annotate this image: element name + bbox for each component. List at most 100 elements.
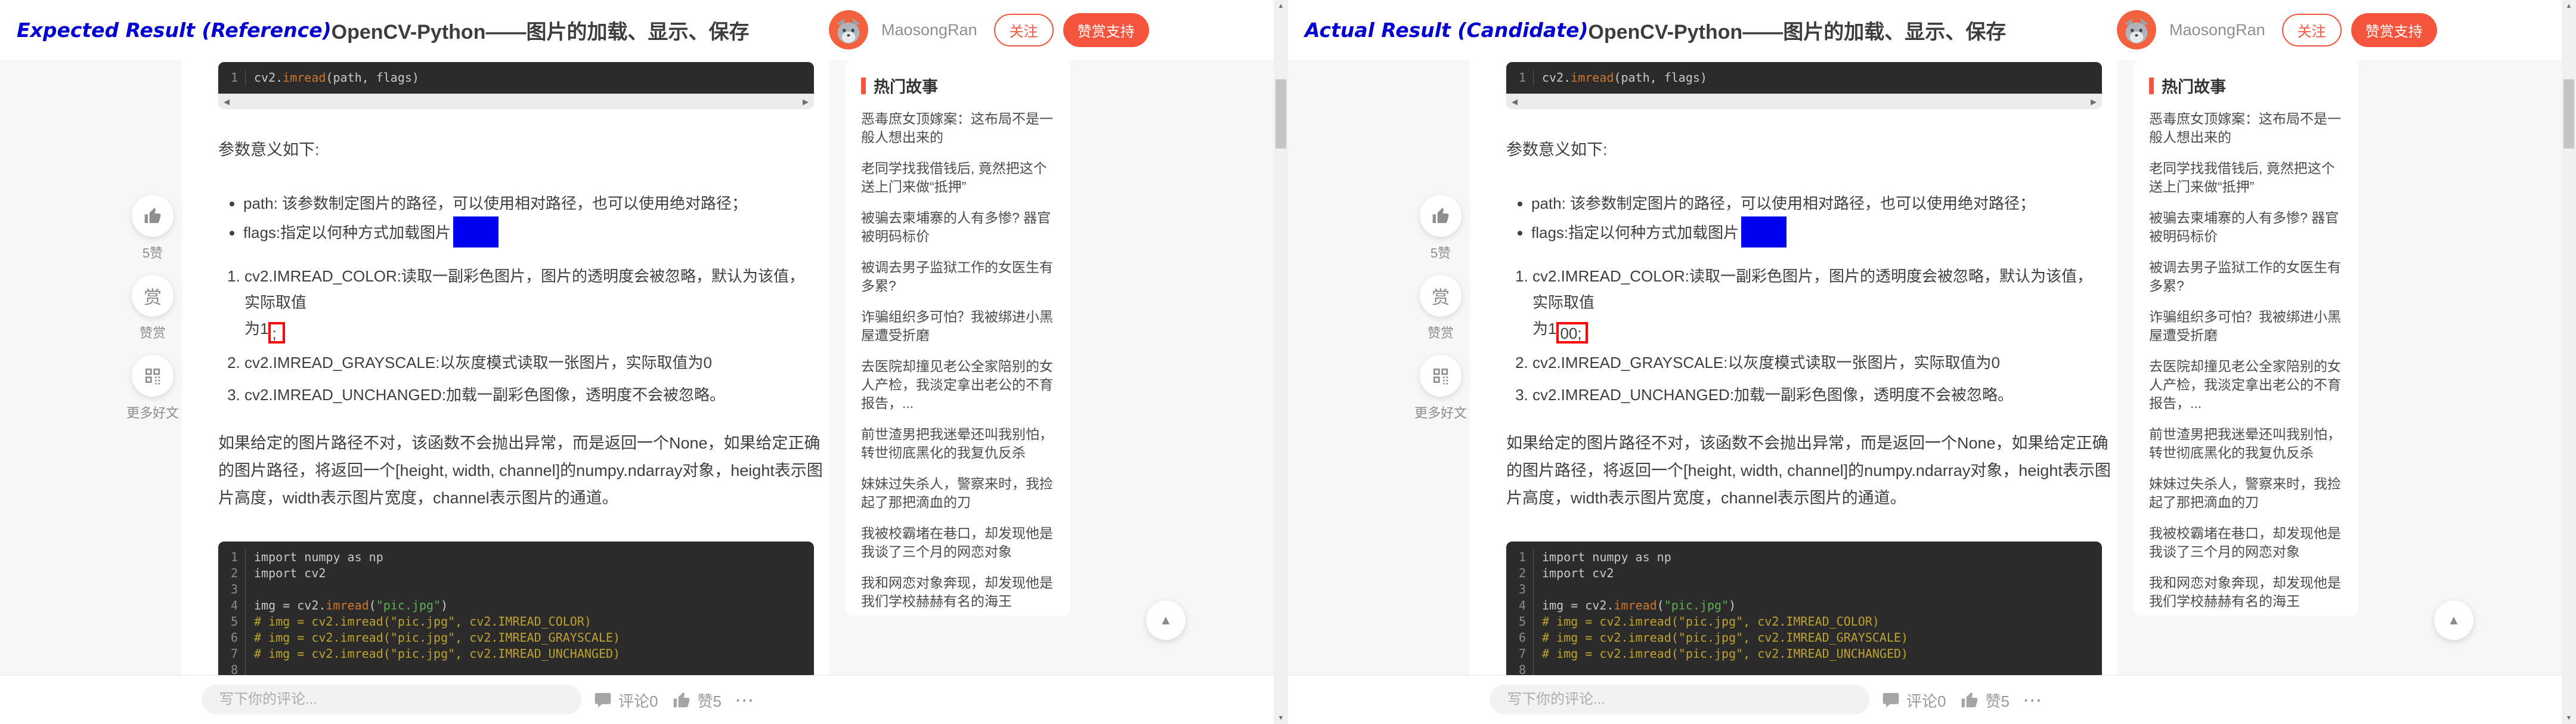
code-area: 1import numpy as np2import cv23 4img = c… <box>1506 542 2102 675</box>
author-block: MaosongRan 关注 赞赏支持 <box>829 0 1149 60</box>
sponsor-button[interactable]: 赞赏支持 <box>1063 13 1149 47</box>
more-articles-button[interactable] <box>132 355 174 397</box>
story-item[interactable]: 被调去男子监狱工作的女医生有多累? <box>2149 258 2344 295</box>
code-line: 6# img = cv2.imread("pic.jpg", cv2.IMREA… <box>218 630 814 646</box>
code-horizontal-scrollbar[interactable]: ◀ ▶ <box>1506 94 2102 109</box>
scrollbar-up-icon[interactable]: ▲ <box>2562 2 2576 10</box>
story-item[interactable]: 被骗去柬埔寨的人有多惨? 器官被明码标价 <box>2149 209 2344 246</box>
more-actions-button[interactable]: ··· <box>2024 691 2043 710</box>
code-horizontal-scrollbar[interactable]: ◀ ▶ <box>218 94 814 109</box>
sponsor-button[interactable]: 赞赏支持 <box>2351 13 2437 47</box>
story-item[interactable]: 老同学找我借钱后, 竟然把这个送上门来做“抵押” <box>861 159 1056 196</box>
follow-button[interactable]: 关注 <box>994 14 1054 47</box>
code-area: 1cv2.imread(path, flags) <box>1506 62 2102 94</box>
vertical-scrollbar[interactable]: ▲ ▼ <box>2562 0 2576 724</box>
code-line: 2import cv2 <box>218 565 814 581</box>
thumbs-up-icon[interactable] <box>1960 691 1979 710</box>
scrollbar-thumb[interactable] <box>1275 79 1286 148</box>
scrollbar-down-icon[interactable]: ▼ <box>2562 714 2576 722</box>
more-articles-label: 更多好文 <box>1414 403 1467 422</box>
story-item[interactable]: 我被校霸堵在巷口，却发现他是我谈了三个月的网恋对象 <box>2149 524 2344 561</box>
story-item[interactable]: 诈骗组织多可怕？我被绑进小黑屋遭受折磨 <box>2149 308 2344 345</box>
comment-count[interactable]: 评论0 <box>1906 689 1946 711</box>
scroll-right-icon[interactable]: ▶ <box>2091 98 2097 106</box>
back-to-top-button[interactable]: ▲ <box>2434 601 2473 640</box>
code-line: 5# img = cv2.imread("pic.jpg", cv2.IMREA… <box>218 614 814 630</box>
author-name[interactable]: MaosongRan <box>881 21 977 39</box>
flag-imread-unchanged-item: cv2.IMREAD_UNCHANGED:加载一副彩色图像，透明度不会被忽略。 <box>1532 382 2102 408</box>
params-intro: 参数意义如下: <box>1506 137 2102 160</box>
red-diff-box: ; <box>268 322 285 344</box>
comment-bubble-icon[interactable] <box>1881 691 1900 710</box>
story-item[interactable]: 妹妹过失杀人，警察来时，我捡起了那把滴血的刀 <box>2149 475 2344 512</box>
avatar[interactable] <box>2117 10 2156 49</box>
scrollbar-up-icon[interactable]: ▲ <box>1274 2 1288 10</box>
comment-input[interactable] <box>1490 685 1869 714</box>
reward-char-icon: 赏 <box>144 283 162 309</box>
scrollbar-thumb[interactable] <box>2563 79 2574 148</box>
scroll-left-icon[interactable]: ◀ <box>224 98 230 106</box>
like-button[interactable] <box>1420 195 1462 237</box>
author-name[interactable]: MaosongRan <box>2169 21 2265 39</box>
return-value-paragraph: 如果给定的图片路径不对，该函数不会抛出异常，而是返回一个None，如果给定正确的… <box>218 429 823 512</box>
vertical-scrollbar[interactable]: ▲ ▼ <box>1274 0 1288 724</box>
story-item[interactable]: 老同学找我借钱后, 竟然把这个送上门来做“抵押” <box>2149 159 2344 196</box>
like-button[interactable] <box>132 195 174 237</box>
title-accent-bar <box>2149 78 2154 94</box>
comment-bubble-icon[interactable] <box>593 691 612 710</box>
reward-button[interactable]: 赏 <box>132 275 174 317</box>
code-line: 4img = cv2.imread("pic.jpg") <box>218 598 814 614</box>
story-item[interactable]: 去医院却撞见老公全家陪别的女人产检，我淡定拿出老公的不育报告，... <box>2149 357 2344 413</box>
result-label: Expected Result (Reference) <box>17 18 332 42</box>
story-item[interactable]: 我被校霸堵在巷口，却发现他是我谈了三个月的网恋对象 <box>861 524 1056 561</box>
flag-color-line2-prefix: 为1 <box>1532 320 1556 338</box>
story-list: 恶毒庶女顶嫁案：这布局不是一般人想出来的老同学找我借钱后, 竟然把这个送上门来做… <box>861 110 1056 611</box>
avatar[interactable] <box>829 10 868 49</box>
follow-button[interactable]: 关注 <box>2282 14 2342 47</box>
code-line: 3 <box>1506 581 2102 598</box>
more-actions-button[interactable]: ··· <box>736 691 755 710</box>
param-flags-text: flags:指定以何种方式加载图片 <box>1531 224 1739 242</box>
back-to-top-button[interactable]: ▲ <box>1146 601 1185 640</box>
story-item[interactable]: 诈骗组织多可怕？我被绑进小黑屋遭受折磨 <box>861 308 1056 345</box>
qr-code-icon <box>143 366 162 385</box>
flag-color-line1: cv2.IMREAD_COLOR:读取一副彩色图片，图片的透明度会被忽略，默认为… <box>1532 267 2092 311</box>
up-arrow-icon: ▲ <box>1159 612 1172 628</box>
story-item[interactable]: 前世渣男把我迷晕还叫我别怕，转世彻底黑化的我复仇反杀 <box>861 425 1056 462</box>
blue-redaction-box <box>1741 216 1787 247</box>
pane-content: 5赞 赏 赞赏 更多好文 1cv2.imread(path, flags) ◀ … <box>1288 60 2562 675</box>
comment-actions: 评论0 赞5 ··· <box>593 676 755 724</box>
code-line: 1import numpy as np <box>1506 549 2102 565</box>
red-diff-box: 00; <box>1556 322 1587 344</box>
story-item[interactable]: 我和网恋对象奔现，却发现他是我们学校赫赫有名的海王 <box>2149 574 2344 611</box>
story-item[interactable]: 妹妹过失杀人，警察来时，我捡起了那把滴血的刀 <box>861 475 1056 512</box>
more-articles-button[interactable] <box>1420 355 1462 397</box>
flag-imread-color-item: cv2.IMREAD_COLOR:读取一副彩色图片，图片的透明度会被忽略，默认为… <box>1532 263 2102 344</box>
param-path-item: path: 该参数制定图片的路径，可以使用相对路径，也可以使用绝对路径； <box>1531 191 2102 216</box>
story-item[interactable]: 被骗去柬埔寨的人有多惨? 器官被明码标价 <box>861 209 1056 246</box>
param-flags-text: flags:指定以何种方式加载图片 <box>243 224 451 242</box>
like-count[interactable]: 赞5 <box>697 689 721 711</box>
thumbs-up-icon[interactable] <box>672 691 691 710</box>
thumbs-up-icon <box>1431 206 1450 225</box>
comment-count[interactable]: 评论0 <box>618 689 658 711</box>
story-item[interactable]: 被调去男子监狱工作的女医生有多累? <box>861 258 1056 295</box>
reward-button[interactable]: 赏 <box>1420 275 1462 317</box>
hot-stories-title: 热门故事 <box>2149 74 2344 97</box>
page-title: OpenCV-Python——图片的加载、显示、保存 <box>1588 16 2006 45</box>
story-item[interactable]: 去医院却撞见老公全家陪别的女人产检，我淡定拿出老公的不育报告，... <box>861 357 1056 413</box>
comment-input[interactable] <box>202 685 581 714</box>
scrollbar-down-icon[interactable]: ▼ <box>1274 714 1288 722</box>
scroll-left-icon[interactable]: ◀ <box>1512 98 1518 106</box>
code-line: 5# img = cv2.imread("pic.jpg", cv2.IMREA… <box>1506 614 2102 630</box>
param-list: path: 该参数制定图片的路径，可以使用相对路径，也可以使用绝对路径； fla… <box>218 191 814 247</box>
story-item[interactable]: 我和网恋对象奔现，却发现他是我们学校赫赫有名的海王 <box>861 574 1056 611</box>
story-item[interactable]: 恶毒庶女顶嫁案：这布局不是一般人想出来的 <box>861 110 1056 147</box>
code-line: 2import cv2 <box>1506 565 2102 581</box>
story-item[interactable]: 前世渣男把我迷晕还叫我别怕，转世彻底黑化的我复仇反杀 <box>2149 425 2344 462</box>
like-count[interactable]: 赞5 <box>1985 689 2009 711</box>
scroll-right-icon[interactable]: ▶ <box>803 98 809 106</box>
story-item[interactable]: 恶毒庶女顶嫁案：这布局不是一般人想出来的 <box>2149 110 2344 147</box>
flag-imread-color-item: cv2.IMREAD_COLOR:读取一副彩色图片，图片的透明度会被忽略，默认为… <box>244 263 814 344</box>
reward-char-icon: 赏 <box>1432 283 1450 309</box>
